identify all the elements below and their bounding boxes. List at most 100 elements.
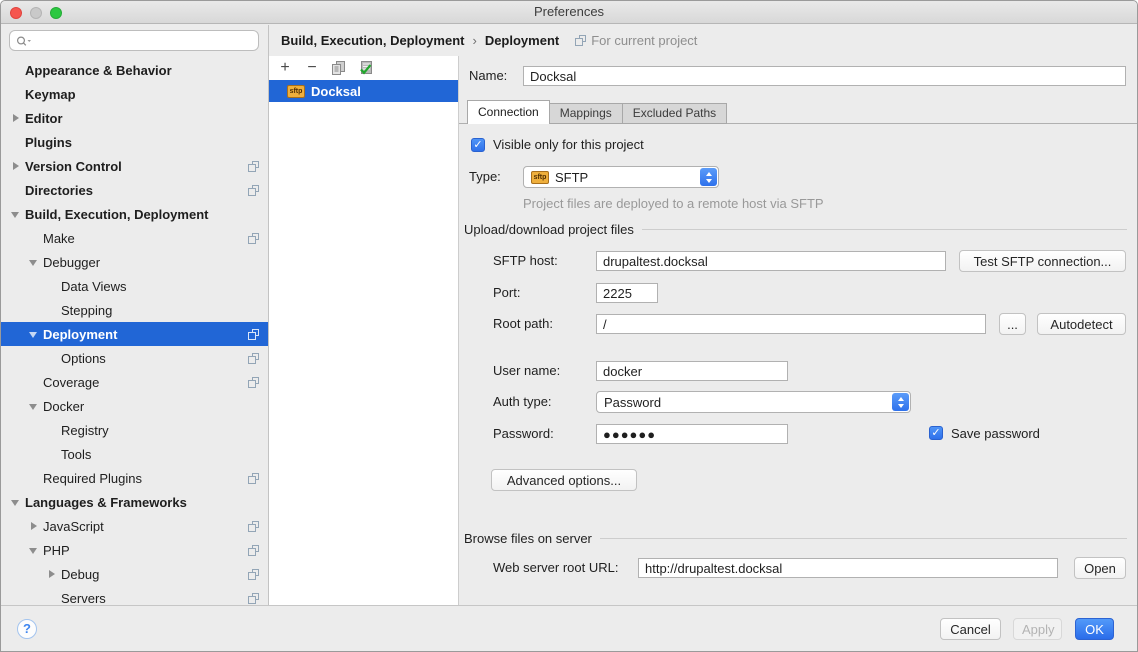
type-select-stepper-icon[interactable] [700, 168, 717, 186]
web-root-input[interactable] [638, 558, 1058, 578]
copy-server-button[interactable] [332, 61, 346, 76]
autodetect-button[interactable]: Autodetect [1037, 313, 1126, 335]
chevron-down-icon[interactable] [9, 490, 23, 514]
add-server-button[interactable]: + [278, 60, 292, 76]
chevron-down-icon[interactable] [9, 202, 23, 226]
password-input[interactable] [596, 424, 788, 444]
search-input[interactable] [35, 34, 252, 48]
chevron-right-icon[interactable] [27, 514, 41, 538]
scope-indicator: For current project [575, 33, 697, 48]
breadcrumb-parent[interactable]: Build, Execution, Deployment [281, 33, 464, 48]
name-label: Name: [469, 67, 507, 85]
sidebar-item-build-execution-deployment[interactable]: Build, Execution, Deployment [1, 202, 268, 226]
sidebar-item-version-control[interactable]: Version Control [1, 154, 268, 178]
close-button[interactable] [10, 7, 22, 19]
sidebar-item-label: Make [43, 231, 75, 246]
tab-connection[interactable]: Connection [467, 100, 550, 124]
ok-button[interactable]: OK [1075, 618, 1114, 640]
sidebar-item-keymap[interactable]: Keymap [1, 82, 268, 106]
sidebar-item-deployment[interactable]: Deployment [1, 322, 268, 346]
sidebar-item-directories[interactable]: Directories [1, 178, 268, 202]
sidebar-item-servers[interactable]: Servers [1, 586, 268, 605]
open-button[interactable]: Open [1074, 557, 1126, 579]
save-password-label[interactable]: Save password [951, 425, 1040, 443]
sidebar-item-make[interactable]: Make [1, 226, 268, 250]
chevron-down-icon[interactable] [27, 394, 41, 418]
sidebar-item-debug[interactable]: Debug [1, 562, 268, 586]
sidebar-item-data-views[interactable]: Data Views [1, 274, 268, 298]
sidebar-item-debugger[interactable]: Debugger [1, 250, 268, 274]
sidebar-item-label: Deployment [43, 327, 117, 342]
help-button[interactable]: ? [17, 619, 37, 639]
cancel-button[interactable]: Cancel [940, 618, 1001, 640]
sidebar-item-tools[interactable]: Tools [1, 442, 268, 466]
sidebar-item-options[interactable]: Options [1, 346, 268, 370]
sftp-host-input[interactable] [596, 251, 946, 271]
sidebar-item-label: Coverage [43, 375, 99, 390]
name-input[interactable] [523, 66, 1126, 86]
sidebar-item-registry[interactable]: Registry [1, 418, 268, 442]
remove-server-button[interactable]: − [305, 60, 319, 76]
chevron-down-icon[interactable] [27, 322, 41, 346]
scope-label: For current project [591, 33, 697, 48]
apply-button[interactable]: Apply [1013, 618, 1062, 640]
auth-type-select[interactable]: Password [596, 391, 911, 413]
port-input[interactable] [596, 283, 658, 303]
visible-only-label[interactable]: Visible only for this project [493, 136, 644, 154]
chevron-right-icon[interactable] [45, 562, 59, 586]
root-path-input[interactable] [596, 314, 986, 334]
minimize-button[interactable] [30, 7, 42, 19]
tri-spacer [27, 466, 41, 490]
sidebar-item-docker[interactable]: Docker [1, 394, 268, 418]
chevron-down-icon[interactable] [27, 538, 41, 562]
browse-root-button[interactable]: ... [999, 313, 1026, 335]
sftp-type-icon: sftp [531, 171, 549, 184]
server-list-item-docksal[interactable]: sftp Docksal [269, 80, 458, 102]
sidebar-item-php[interactable]: PHP [1, 538, 268, 562]
advanced-options-button[interactable]: Advanced options... [491, 469, 637, 491]
test-connection-button[interactable]: Test SFTP connection... [959, 250, 1126, 272]
sidebar-item-plugins[interactable]: Plugins [1, 130, 268, 154]
tab-mappings[interactable]: Mappings [549, 103, 623, 124]
sidebar-item-required-plugins[interactable]: Required Plugins [1, 466, 268, 490]
user-name-input[interactable] [596, 361, 788, 381]
for-current-project-icon [248, 329, 259, 340]
auth-type-stepper-icon[interactable] [892, 393, 909, 411]
sidebar-item-languages-frameworks[interactable]: Languages & Frameworks [1, 490, 268, 514]
sidebar-item-javascript[interactable]: JavaScript [1, 514, 268, 538]
sidebar-item-editor[interactable]: Editor [1, 106, 268, 130]
sidebar-nav: Appearance & Behavior KeymapEditor Plugins… [1, 58, 268, 605]
search-field[interactable] [9, 30, 259, 51]
sidebar-item-label: Options [61, 351, 106, 366]
chevron-right-icon[interactable] [9, 154, 23, 178]
tab-excluded-paths[interactable]: Excluded Paths [622, 103, 727, 124]
preferences-window: Preferences Appearance & BehaviorKeymapE… [0, 0, 1138, 652]
for-current-project-icon [248, 473, 259, 484]
sidebar-item-label: Plugins [25, 135, 72, 150]
sidebar-item-stepping[interactable]: Stepping [1, 298, 268, 322]
sidebar-item-label: Build, Execution, Deployment [25, 207, 208, 222]
use-as-default-button[interactable] [359, 61, 373, 76]
tri-spacer [9, 130, 23, 154]
for-current-project-icon [575, 35, 586, 46]
sidebar-item-appearance-behavior[interactable]: Appearance & Behavior [1, 58, 268, 82]
sidebar-item-label: Appearance & Behavior [25, 63, 172, 78]
for-current-project-icon [248, 185, 259, 196]
for-current-project-icon [248, 353, 259, 364]
sidebar-item-label: Servers [61, 591, 106, 606]
root-path-label: Root path: [493, 315, 553, 333]
visible-only-checkbox[interactable]: ✓ [471, 138, 485, 152]
type-label: Type: [469, 168, 501, 186]
password-label: Password: [493, 425, 554, 443]
sidebar-item-label: Debugger [43, 255, 100, 270]
type-select[interactable]: sftp SFTP [523, 166, 719, 188]
chevron-down-icon[interactable] [27, 250, 41, 274]
for-current-project-icon [248, 545, 259, 556]
sidebar-item-coverage[interactable]: Coverage [1, 370, 268, 394]
zoom-button[interactable] [50, 7, 62, 19]
browse-section-title: Browse files on server [464, 531, 592, 546]
for-current-project-icon [248, 377, 259, 388]
save-password-checkbox[interactable]: ✓ [929, 426, 943, 440]
type-help-text: Project files are deployed to a remote h… [523, 196, 824, 211]
chevron-right-icon[interactable] [9, 106, 23, 130]
